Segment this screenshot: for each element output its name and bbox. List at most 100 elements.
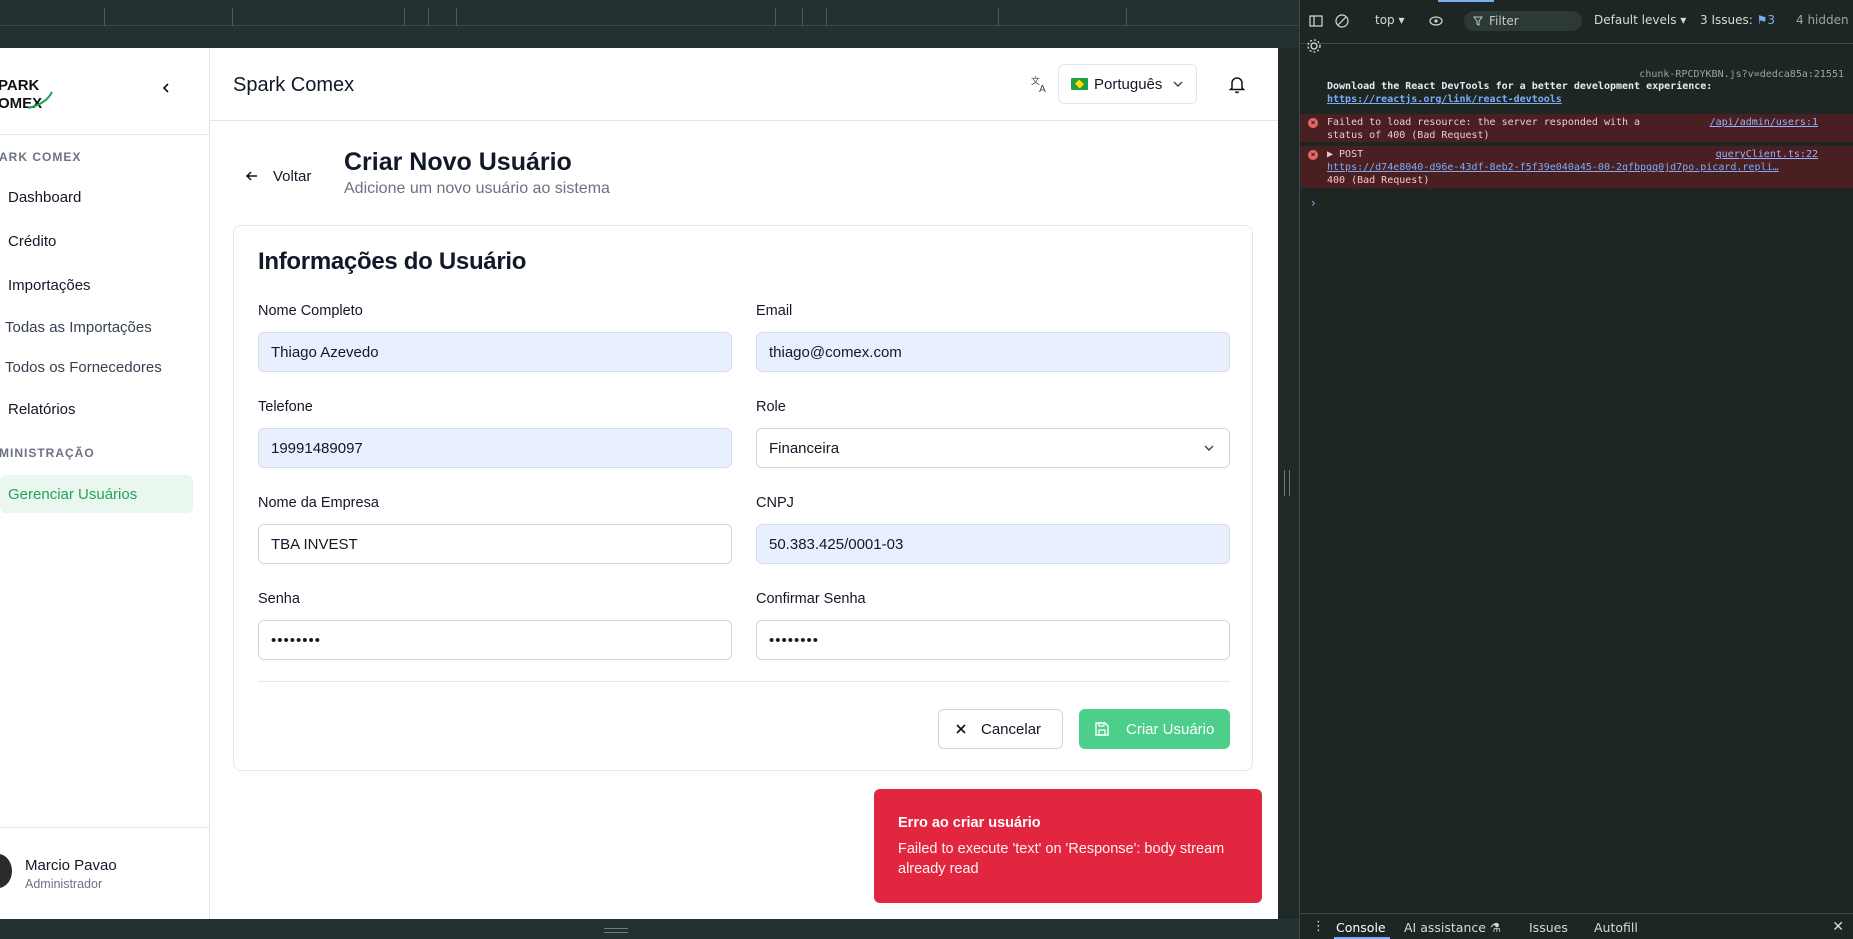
phone-label: Telefone: [258, 399, 313, 415]
sidebar-divider: [0, 134, 210, 135]
issues-flag-icon: ⚑: [1756, 13, 1768, 27]
resize-handle[interactable]: [604, 928, 628, 933]
create-user-label: Criar Usuário: [1126, 720, 1215, 738]
tab-issues[interactable]: Issues: [1529, 920, 1568, 935]
app-title: Spark Comex: [233, 74, 355, 96]
svg-text:PARK: PARK: [0, 77, 40, 94]
log-levels-select[interactable]: Default levels ▾: [1594, 13, 1686, 27]
email-input[interactable]: thiago@comex.com: [756, 332, 1230, 372]
tab-console[interactable]: Console: [1336, 920, 1386, 935]
console-prompt-icon[interactable]: ›: [1311, 196, 1316, 210]
toolbar-divider: [456, 8, 457, 26]
password-input[interactable]: ••••••••: [258, 620, 732, 660]
save-icon: [1095, 722, 1109, 736]
sidebar-divider: [0, 827, 210, 828]
avatar[interactable]: [0, 854, 12, 888]
language-value: Português: [1094, 75, 1163, 93]
console-filter-input[interactable]: Filter: [1464, 11, 1582, 31]
language-select[interactable]: Português: [1058, 64, 1197, 104]
card-title: Informações do Usuário: [258, 248, 527, 275]
page-subtitle: Adicione um novo usuário ao sistema: [344, 180, 610, 197]
cnpj-input[interactable]: 50.383.425/0001-03: [756, 524, 1230, 564]
phone-input[interactable]: 19991489097: [258, 428, 732, 468]
toast-title: Erro ao criar usuário: [898, 815, 1041, 831]
sidebar-item-label: Importações: [8, 276, 91, 294]
request-status: 400 (Bad Request): [1327, 175, 1430, 186]
error-icon: ×: [1308, 118, 1318, 128]
more-menu-icon[interactable]: ⋮: [1312, 919, 1325, 934]
confirm-password-label: Confirmar Senha: [756, 591, 866, 607]
cancel-button[interactable]: Cancelar: [938, 709, 1063, 749]
password-label: Senha: [258, 591, 300, 607]
sidebar-item-relatorios[interactable]: Relatórios: [0, 390, 193, 428]
tab-ai-assistance[interactable]: AI assistance ⚗: [1404, 920, 1501, 935]
sidebar-item-label: Crédito: [8, 232, 57, 250]
sidebar-item-label: Dashboard: [8, 188, 82, 206]
sidebar-section-label: MINISTRAÇÃO: [0, 446, 95, 460]
issues-label: 3 Issues:: [1700, 13, 1753, 27]
sidebar-item-todas-importacoes[interactable]: Todas as Importações: [0, 308, 193, 346]
back-label: Voltar: [273, 167, 312, 185]
sidebar: PARK OMEX ARK COMEX Dashboard Crédito Im…: [0, 48, 210, 919]
role-value: Financeira: [769, 439, 840, 457]
company-input[interactable]: TBA INVEST: [258, 524, 732, 564]
back-button[interactable]: Voltar: [245, 160, 311, 192]
issues-count: 3: [1767, 13, 1776, 27]
gear-icon[interactable]: [1306, 38, 1322, 54]
toolbar-divider: [428, 8, 429, 26]
full-name-label: Nome Completo: [258, 303, 363, 319]
toolbar-divider: [775, 8, 776, 26]
confirm-password-input[interactable]: ••••••••: [756, 620, 1230, 660]
error-source[interactable]: queryClient.ts:22: [1716, 148, 1818, 161]
arrow-left-icon: [245, 171, 257, 181]
sidebar-toggle-icon[interactable]: [1308, 13, 1324, 29]
close-icon: [956, 724, 966, 734]
toolbar-divider: [802, 8, 803, 26]
translate-icon: 文A: [1030, 74, 1050, 95]
hidden-count: 4 hidden: [1796, 13, 1849, 27]
collapse-sidebar-button[interactable]: [156, 78, 176, 98]
toolbar-divider: [104, 8, 105, 26]
user-role: Administrador: [25, 877, 103, 891]
role-select[interactable]: Financeira: [756, 428, 1230, 468]
brand-logo[interactable]: PARK OMEX: [0, 68, 58, 116]
clear-console-icon[interactable]: [1334, 13, 1350, 29]
panel-resize-handle[interactable]: [1284, 470, 1290, 496]
devtools-panel: top ▾ Filter Default levels ▾ 3 Issues: …: [1299, 0, 1853, 939]
svg-text:A: A: [1039, 84, 1046, 94]
issues-counter[interactable]: 3 Issues: ⚑3: [1700, 13, 1775, 27]
sidebar-item-fornecedores[interactable]: Todos os Fornecedores: [0, 348, 193, 386]
email-label: Email: [756, 303, 793, 319]
sidebar-item-label: Relatórios: [8, 400, 76, 418]
sidebar-item-dashboard[interactable]: Dashboard: [0, 178, 193, 216]
error-toast[interactable]: Erro ao criar usuário Failed to execute …: [874, 789, 1262, 903]
console-log-row: chunk-RPCDYKBN.js?v=dedca85a:21551: [1300, 68, 1853, 80]
devtools-toolbar: top ▾ Filter Default levels ▾ 3 Issues: …: [1300, 0, 1853, 53]
filter-placeholder: Filter: [1489, 14, 1519, 28]
top-header: Spark Comex 文A Português: [210, 48, 1278, 121]
filter-icon: [1473, 16, 1483, 26]
notifications-button[interactable]: [1226, 73, 1248, 95]
eye-icon[interactable]: [1428, 13, 1444, 29]
full-name-input[interactable]: Thiago Azevedo: [258, 332, 732, 372]
log-message: Download the React DevTools for a better…: [1327, 81, 1713, 92]
close-icon[interactable]: ✕: [1832, 919, 1844, 935]
console-error-row: × ▶ POST https://d74e8040-d96e-43df-8eb2…: [1300, 146, 1853, 188]
tab-autofill[interactable]: Autofill: [1594, 920, 1638, 935]
sidebar-item-importacoes[interactable]: Importações: [0, 266, 193, 304]
toolbar-divider: [232, 8, 233, 26]
sidebar-section-label: ARK COMEX: [0, 150, 82, 164]
sidebar-item-label: Todas as Importações: [5, 318, 152, 336]
error-message-cont: status of 400 (Bad Request): [1327, 130, 1490, 141]
user-info-card: Informações do Usuário Nome Completo Thi…: [233, 225, 1253, 771]
error-source[interactable]: /api/admin/users:1: [1710, 116, 1818, 129]
page-title: Criar Novo Usuário: [344, 148, 572, 176]
context-select[interactable]: top ▾: [1375, 13, 1405, 27]
sidebar-item-gerenciar-usuarios[interactable]: Gerenciar Usuários: [0, 475, 193, 513]
sidebar-item-credito[interactable]: Crédito: [0, 222, 193, 260]
log-link[interactable]: https://reactjs.org/link/react-devtools: [1327, 93, 1853, 106]
browser-top-strip: [0, 0, 1299, 48]
create-user-button[interactable]: Criar Usuário: [1079, 709, 1230, 749]
request-url[interactable]: https://d74e8040-d96e-43df-8eb2-f5f39e04…: [1327, 161, 1853, 174]
company-label: Nome da Empresa: [258, 495, 379, 511]
